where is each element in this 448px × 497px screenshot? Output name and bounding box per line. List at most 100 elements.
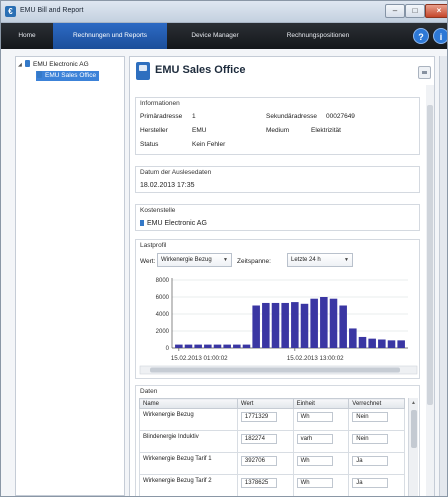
- scroll-up-icon[interactable]: ▲: [411, 400, 416, 406]
- collapse-arrow-icon[interactable]: ◢: [18, 60, 25, 70]
- chart-bar[interactable]: [262, 302, 270, 348]
- print-icon[interactable]: [418, 66, 431, 79]
- table-header-row: Name Wert Einheit Verrechnet: [139, 398, 405, 409]
- table-cell: Wh: [292, 474, 350, 496]
- table-cell: Ja: [348, 452, 405, 475]
- y-tick-label: 4000: [156, 312, 170, 318]
- table-cell: Wh: [292, 452, 350, 475]
- chart-bar[interactable]: [271, 302, 280, 348]
- chart-bar[interactable]: [242, 344, 251, 348]
- cell-value: Wh: [296, 456, 333, 466]
- cell-value: Wh: [296, 478, 333, 488]
- chart-scroll-thumb[interactable]: [150, 367, 400, 373]
- help-icon[interactable]: ?: [413, 28, 429, 44]
- primary-address-label: Primäradresse: [140, 113, 183, 120]
- group-title: Daten: [140, 388, 158, 395]
- chart-bar[interactable]: [339, 305, 347, 349]
- cost-center-value: EMU Electronic AG: [147, 220, 207, 227]
- menu-billing-positions[interactable]: Rechnungspositionen: [263, 23, 373, 49]
- menu-device-manager[interactable]: Device Manager: [167, 23, 263, 49]
- menu-billing-reports[interactable]: Rechnungen und Reports: [53, 23, 167, 49]
- close-button[interactable]: ×: [425, 4, 447, 18]
- cell-value: varh: [296, 434, 333, 444]
- app-logo-icon: €: [5, 6, 16, 17]
- chart-bar[interactable]: [233, 344, 241, 348]
- chart-bar[interactable]: [368, 338, 376, 348]
- minimize-button[interactable]: –: [385, 4, 405, 18]
- period-select[interactable]: Letzte 24 h ▼: [287, 253, 353, 267]
- table-cell: 1771329: [236, 408, 294, 431]
- chart-bar[interactable]: [204, 344, 212, 348]
- y-tick-label: 6000: [156, 295, 170, 301]
- chart-bar[interactable]: [310, 298, 318, 348]
- column-header[interactable]: Wert: [236, 398, 294, 409]
- table-row[interactable]: Wirkenergie Bezug 1771329 Wh Nein: [139, 408, 405, 431]
- table-cell: 392706: [236, 452, 294, 475]
- page-title: EMU Sales Office: [155, 64, 246, 76]
- group-title: Datum der Auslesedaten: [140, 169, 212, 176]
- cell-value: 1771329: [240, 412, 277, 422]
- meter-icon: [136, 62, 150, 80]
- chart-bar[interactable]: [223, 344, 231, 348]
- panel-scrollbar[interactable]: [426, 85, 434, 496]
- maker-label: Hersteller: [140, 127, 168, 134]
- column-header[interactable]: Einheit: [292, 398, 350, 409]
- load-profile-chart: 8000 6000 4000 2000 015.02.2013 01:00:02 15.0…: [139, 278, 418, 375]
- chart-bar[interactable]: [300, 303, 309, 348]
- cell-value: Nein: [352, 434, 389, 444]
- table-cell: Wirkenergie Bezug: [139, 408, 238, 431]
- group-title: Informationen: [140, 100, 180, 107]
- chart-bar[interactable]: [320, 297, 328, 348]
- cell-value: Wh: [296, 412, 333, 422]
- cell-value: 392706: [240, 456, 277, 466]
- right-edge-bar: [439, 56, 447, 496]
- table-cell: Ja: [348, 474, 405, 496]
- readout-date-group: Datum der Auslesedaten 18.02.2013 17:35: [135, 166, 420, 193]
- cell-value: Ja: [352, 456, 389, 466]
- chart-bar[interactable]: [387, 340, 396, 348]
- window-title: EMU Bill and Report: [20, 7, 84, 14]
- info-icon[interactable]: i: [433, 28, 447, 44]
- title-bar[interactable]: € EMU Bill and Report – □ ×: [1, 1, 447, 23]
- menu-home[interactable]: Home: [1, 23, 53, 49]
- tree-node-selected[interactable]: EMU Sales Office: [36, 71, 100, 81]
- detail-panel: EMU Sales Office Informationen Primäradr…: [129, 56, 435, 496]
- secondary-address-value: 00027649: [326, 113, 355, 120]
- chart-bar[interactable]: [184, 344, 193, 348]
- chart-bar[interactable]: [358, 336, 367, 348]
- primary-address-value: 1: [192, 113, 196, 120]
- tree-node-label: EMU Electronic AG: [33, 61, 89, 68]
- info-group: Informationen Primäradresse 1 Sekundärad…: [135, 97, 420, 155]
- column-header[interactable]: Verrechnet: [348, 398, 405, 409]
- chart-bar[interactable]: [349, 328, 357, 348]
- maximize-button[interactable]: □: [405, 4, 425, 18]
- chart-bar[interactable]: [281, 302, 289, 348]
- table-row[interactable]: Blindenergie Induktiv 182274 varh Nein: [139, 430, 405, 453]
- chart-bar[interactable]: [175, 344, 183, 348]
- chart-bar[interactable]: [213, 344, 222, 348]
- x-tick-label: 15.02.2013 01:00:02: [171, 355, 228, 362]
- table-scrollbar[interactable]: ▲: [408, 398, 418, 496]
- chart-bar[interactable]: [291, 302, 299, 348]
- cell-value: 182274: [240, 434, 277, 444]
- table-scroll-thumb[interactable]: [411, 410, 417, 448]
- data-group: Daten Name Wert Einheit Verrechnet Wirkener…: [135, 385, 420, 496]
- chart-bar[interactable]: [329, 298, 338, 348]
- table-row[interactable]: Wirkenergie Bezug Tarif 2 1378625 Wh Ja: [139, 474, 405, 496]
- period-label: Zeitspanne:: [237, 258, 271, 265]
- tree-node-root[interactable]: ◢ EMU Electronic AG: [18, 60, 89, 70]
- value-select[interactable]: Wirkenergie Bezug ▼: [157, 253, 232, 267]
- chart-bar[interactable]: [397, 340, 405, 348]
- table-row[interactable]: Wirkenergie Bezug Tarif 1 392706 Wh Ja: [139, 452, 405, 475]
- table-cell: Wh: [292, 408, 350, 431]
- medium-value: Elektrizität: [311, 127, 341, 134]
- value-label: Wert:: [140, 258, 156, 265]
- chart-bar[interactable]: [378, 339, 386, 349]
- y-tick-label: 8000: [156, 278, 170, 284]
- medium-label: Medium: [266, 127, 290, 134]
- chart-bar[interactable]: [194, 344, 202, 348]
- table-cell: 182274: [236, 430, 294, 453]
- panel-scroll-thumb[interactable]: [427, 105, 433, 405]
- chart-bar[interactable]: [252, 305, 260, 349]
- column-header[interactable]: Name: [139, 398, 238, 409]
